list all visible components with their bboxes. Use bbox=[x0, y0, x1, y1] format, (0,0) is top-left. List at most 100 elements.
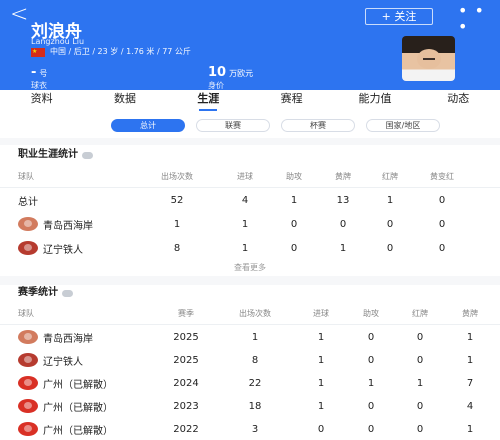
career-header-second-yellow: 黄变红 bbox=[430, 171, 454, 181]
assists-cell: 0 bbox=[367, 354, 375, 366]
yellow-cell: 1 bbox=[466, 423, 474, 435]
career-stats-title: 职业生涯统计 bbox=[18, 149, 93, 161]
career-total-row: 总计 52 4 1 13 1 0 bbox=[0, 188, 500, 212]
player-meta-text: 中国 / 后卫 / 23 岁 / 1.76 米 / 77 公斤 bbox=[50, 47, 191, 56]
follow-button[interactable]: + 关注 bbox=[365, 8, 433, 25]
red-cell: 0 bbox=[416, 400, 424, 412]
apps-cell: 22 bbox=[248, 377, 262, 389]
tab-career[interactable]: 生涯 bbox=[167, 90, 250, 112]
assists-cell: 0 bbox=[367, 423, 375, 435]
market-value-unit: 万欧元 bbox=[229, 69, 254, 78]
career-table-header: 球队 出场次数 进球 助攻 黄牌 红牌 黄变红 bbox=[0, 165, 500, 187]
career-total-apps: 52 bbox=[170, 194, 184, 206]
team-crest-icon bbox=[18, 376, 38, 390]
career-filter-bar: 总计 联赛 杯赛 国家/地区 bbox=[0, 112, 500, 138]
team-name: 青岛西海岸 bbox=[43, 220, 93, 232]
apps-cell: 3 bbox=[251, 423, 259, 435]
season-header-red: 红牌 bbox=[412, 308, 428, 318]
goals-cell: 0 bbox=[317, 423, 325, 435]
assists-cell: 0 bbox=[290, 218, 298, 230]
goals-cell: 1 bbox=[317, 377, 325, 389]
info-icon[interactable] bbox=[82, 151, 93, 159]
career-stats-card: 职业生涯统计 球队 出场次数 进球 助攻 黄牌 红牌 黄变红 总计 52 4 1… bbox=[0, 145, 500, 276]
career-total-second-yellow: 0 bbox=[438, 194, 446, 206]
assists-cell: 1 bbox=[367, 377, 375, 389]
career-header-yellow: 黄牌 bbox=[335, 171, 351, 181]
season-stats-title-text: 赛季统计 bbox=[18, 287, 58, 298]
filter-national[interactable]: 国家/地区 bbox=[366, 119, 440, 132]
see-more-link[interactable]: 查看更多 bbox=[0, 262, 500, 273]
season-cell: 2025 bbox=[173, 331, 199, 343]
apps-cell: 1 bbox=[173, 218, 181, 230]
career-total-red: 1 bbox=[386, 194, 394, 206]
career-header-team: 球队 bbox=[18, 171, 34, 181]
yellow-cell: 1 bbox=[339, 242, 347, 254]
career-header-assists: 助攻 bbox=[286, 171, 302, 181]
assists-cell: 0 bbox=[290, 242, 298, 254]
season-stats-title: 赛季统计 bbox=[18, 287, 73, 299]
team-name: 辽宁铁人 bbox=[43, 356, 83, 368]
team-cell: 广州（已解散） bbox=[18, 394, 113, 418]
avatar bbox=[402, 36, 455, 81]
team-cell: 广州（已解散） bbox=[18, 371, 113, 395]
career-total-label: 总计 bbox=[18, 196, 38, 208]
season-header-goals: 进球 bbox=[313, 308, 329, 318]
team-crest-icon bbox=[18, 399, 38, 413]
team-cell: 辽宁铁人 bbox=[18, 236, 83, 260]
team-name: 广州（已解散） bbox=[43, 379, 113, 391]
table-row[interactable]: 青岛西海岸 2025 1 1 0 0 1 bbox=[0, 325, 500, 349]
team-cell: 青岛西海岸 bbox=[18, 325, 93, 349]
tab-data[interactable]: 数据 bbox=[83, 90, 166, 112]
season-cell: 2023 bbox=[173, 400, 199, 412]
season-header-yellow: 黄牌 bbox=[462, 308, 478, 318]
table-row[interactable]: 青岛西海岸 1 1 0 0 0 0 bbox=[0, 212, 500, 236]
season-cell: 2025 bbox=[173, 354, 199, 366]
more-icon[interactable]: • • • bbox=[458, 3, 500, 35]
season-header-apps: 出场次数 bbox=[239, 308, 271, 318]
filter-league[interactable]: 联赛 bbox=[196, 119, 270, 132]
info-icon[interactable] bbox=[62, 289, 73, 297]
team-crest-icon bbox=[18, 217, 38, 231]
red-cell: 0 bbox=[386, 218, 394, 230]
china-flag-icon bbox=[31, 46, 45, 58]
tab-ability[interactable]: 能力值 bbox=[333, 90, 416, 112]
apps-cell: 1 bbox=[251, 331, 259, 343]
red-cell: 0 bbox=[416, 423, 424, 435]
team-crest-icon bbox=[18, 330, 38, 344]
tab-schedule[interactable]: 赛程 bbox=[250, 90, 333, 112]
red-cell: 1 bbox=[416, 377, 424, 389]
goals-cell: 1 bbox=[241, 218, 249, 230]
yellow-cell: 0 bbox=[339, 218, 347, 230]
team-cell: 青岛西海岸 bbox=[18, 212, 93, 236]
yellow-cell: 1 bbox=[466, 354, 474, 366]
career-stats-title-text: 职业生涯统计 bbox=[18, 149, 78, 160]
red-cell: 0 bbox=[416, 331, 424, 343]
tab-profile[interactable]: 资料 bbox=[0, 90, 83, 112]
team-cell: 广州（已解散） bbox=[18, 417, 113, 440]
season-header-team: 球队 bbox=[18, 308, 34, 318]
career-header-red: 红牌 bbox=[382, 171, 398, 181]
table-row[interactable]: 广州（已解散） 2024 22 1 1 1 7 bbox=[0, 371, 500, 395]
back-icon[interactable]: < bbox=[10, 4, 28, 26]
jersey-value: - bbox=[31, 65, 37, 80]
yellow-cell: 7 bbox=[466, 377, 474, 389]
career-header-goals: 进球 bbox=[237, 171, 253, 181]
table-row[interactable]: 辽宁铁人 2025 8 1 0 0 1 bbox=[0, 348, 500, 372]
yellow-cell: 4 bbox=[466, 400, 474, 412]
tab-news[interactable]: 动态 bbox=[417, 90, 500, 112]
second-yellow-cell: 0 bbox=[438, 242, 446, 254]
goals-cell: 1 bbox=[317, 331, 325, 343]
filter-cup[interactable]: 杯赛 bbox=[281, 119, 355, 132]
assists-cell: 0 bbox=[367, 400, 375, 412]
jersey-stat: -号 球衣 bbox=[31, 61, 47, 91]
table-row[interactable]: 辽宁铁人 8 1 0 1 0 0 bbox=[0, 236, 500, 260]
apps-cell: 18 bbox=[248, 400, 262, 412]
apps-cell: 8 bbox=[251, 354, 259, 366]
table-row[interactable]: 广州（已解散） 2022 3 0 0 0 1 bbox=[0, 417, 500, 440]
season-cell: 2024 bbox=[173, 377, 199, 389]
team-crest-icon bbox=[18, 353, 38, 367]
table-row[interactable]: 广州（已解散） 2023 18 1 0 0 4 bbox=[0, 394, 500, 418]
career-header-apps: 出场次数 bbox=[161, 171, 193, 181]
career-total-assists: 1 bbox=[290, 194, 298, 206]
filter-total[interactable]: 总计 bbox=[111, 119, 185, 132]
